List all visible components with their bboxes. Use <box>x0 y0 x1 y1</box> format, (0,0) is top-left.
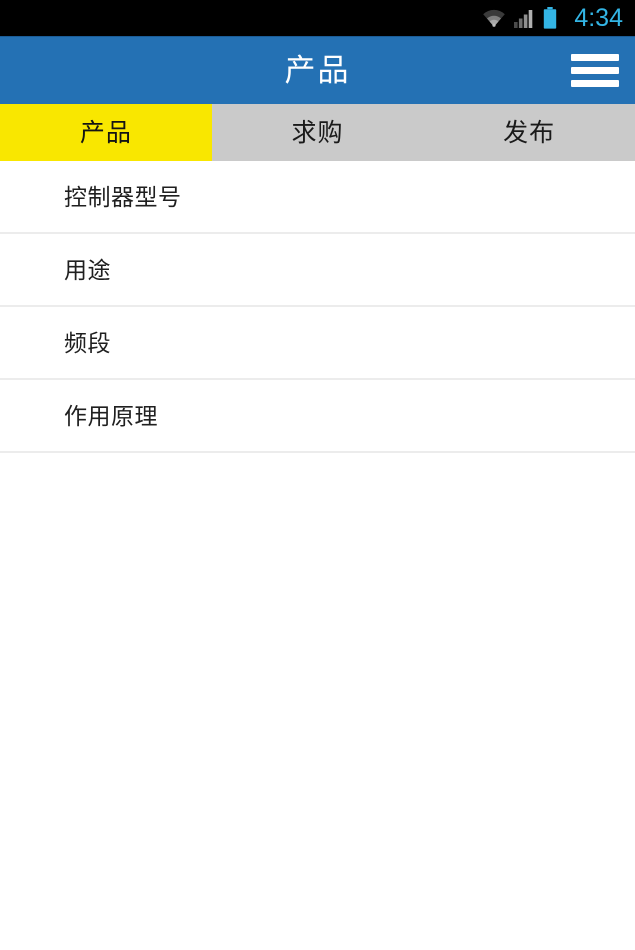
list-item-label: 作用原理 <box>64 402 158 429</box>
cellular-signal-icon <box>514 9 533 28</box>
list-item-label: 频段 <box>64 329 111 356</box>
tab-publish-label: 发布 <box>503 118 556 147</box>
phone-screen: 4:34 产品 产品 求购 发布 控制器型号 用途 频段 作用原理 <box>0 0 635 950</box>
menu-line-middle <box>571 67 619 74</box>
list-item-label: 用途 <box>64 256 111 283</box>
status-bar: 4:34 <box>0 0 635 36</box>
battery-icon <box>544 7 557 29</box>
list-item[interactable]: 频段 <box>0 307 635 380</box>
menu-line-top <box>571 54 619 61</box>
tab-purchase-requests[interactable]: 求购 <box>211 104 424 161</box>
tab-purchase-requests-label: 求购 <box>291 118 344 147</box>
tab-products[interactable]: 产品 <box>0 104 212 161</box>
status-bar-clock: 4:34 <box>574 4 623 32</box>
tab-bar: 产品 求购 发布 <box>0 104 635 161</box>
product-attribute-list: 控制器型号 用途 频段 作用原理 <box>0 161 635 453</box>
status-bar-icons: 4:34 <box>481 5 625 31</box>
tab-products-label: 产品 <box>79 118 132 147</box>
hamburger-menu-icon[interactable] <box>569 51 621 91</box>
list-item[interactable]: 作用原理 <box>0 380 635 453</box>
page-title: 产品 <box>284 52 351 88</box>
list-item[interactable]: 控制器型号 <box>0 161 635 234</box>
menu-line-bottom <box>571 80 619 87</box>
wifi-icon <box>483 9 506 27</box>
list-item[interactable]: 用途 <box>0 234 635 307</box>
tab-publish[interactable]: 发布 <box>423 104 635 161</box>
list-item-label: 控制器型号 <box>64 183 182 210</box>
app-header: 产品 <box>0 36 635 104</box>
